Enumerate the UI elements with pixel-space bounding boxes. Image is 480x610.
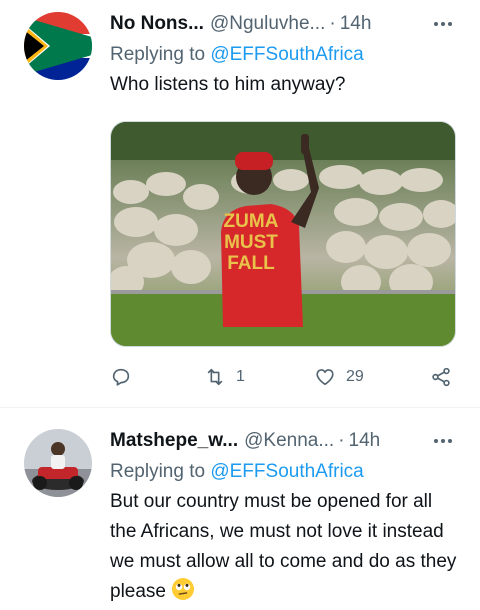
like-button[interactable]: 29 (314, 362, 364, 392)
replying-to-label: Replying to (110, 461, 211, 482)
tweet-actions: 1 29 (110, 362, 460, 392)
separator: · (329, 13, 336, 34)
author-handle[interactable]: @Nguluvhe... (210, 13, 325, 35)
replying-to: Replying to @EFFSouthAfrica (110, 459, 462, 485)
more-options-icon[interactable] (434, 22, 462, 26)
avatar[interactable] (24, 429, 92, 497)
timestamp[interactable]: 14h (349, 430, 381, 452)
replying-to: Replying to @EFFSouthAfrica (110, 42, 462, 68)
author-name[interactable]: Matshepe_w... (110, 430, 238, 452)
tweet[interactable]: No Nons... @Nguluvhe... · 14h Replying t… (0, 0, 480, 408)
share-button[interactable] (430, 362, 452, 392)
replying-to-label: Replying to (110, 44, 211, 65)
shirt-text-line-2: MUST (224, 232, 278, 253)
more-options-icon[interactable] (434, 439, 462, 443)
tweet-header: No Nons... @Nguluvhe... · 14h (110, 10, 462, 38)
reply-button[interactable] (110, 362, 132, 392)
mention-link[interactable]: @EFFSouthAfrica (210, 461, 363, 482)
tweet-text: But our country must be opened for all t… (110, 487, 462, 607)
retweet-button[interactable]: 1 (204, 362, 245, 392)
tweet-text: Who listens to him anyway? (110, 74, 346, 95)
tweet[interactable]: Matshepe_w... @Kenna... · 14h Replying t… (0, 409, 480, 610)
rolling-eyes-emoji-icon (172, 578, 195, 600)
author-handle[interactable]: @Kenna... (244, 430, 334, 452)
tweet-text-body: But our country must be opened for all t… (110, 491, 457, 602)
user-photo-avatar (24, 429, 92, 497)
tweet-image[interactable]: ZUMA MUST FALL (110, 121, 456, 347)
author-name[interactable]: No Nons... (110, 13, 204, 35)
avatar[interactable] (24, 12, 92, 80)
shirt-text-line-3: FALL (227, 253, 275, 274)
south-africa-flag-icon (24, 12, 92, 80)
timestamp[interactable]: 14h (340, 13, 372, 35)
mention-link[interactable]: @EFFSouthAfrica (210, 44, 363, 65)
shirt-text-line-1: ZUMA (224, 211, 279, 232)
sheep-photo: ZUMA MUST FALL (111, 122, 455, 346)
heart-icon (316, 369, 334, 386)
separator: · (338, 430, 345, 451)
like-count: 29 (346, 368, 364, 385)
reply-icon (112, 368, 130, 386)
retweet-count: 1 (236, 368, 245, 385)
retweet-icon (207, 368, 223, 386)
share-icon (432, 367, 450, 387)
tweet-header: Matshepe_w... @Kenna... · 14h (110, 427, 462, 455)
